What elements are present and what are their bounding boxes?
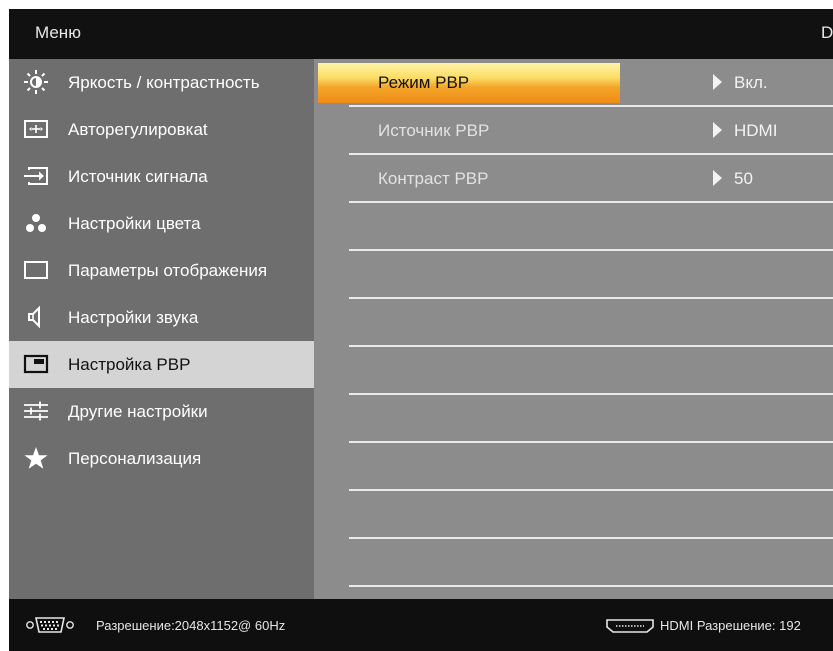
speaker-icon bbox=[28, 305, 40, 329]
setting-row-empty bbox=[314, 299, 833, 347]
sidebar-item-label: Настройки цвета bbox=[68, 214, 201, 233]
setting-row-empty bbox=[314, 491, 833, 539]
sidebar-item-pbp-settings[interactable]: Настройка PBP bbox=[9, 341, 314, 388]
sidebar-item-label: Персонализация bbox=[68, 449, 202, 468]
setting-name: Источник PBP bbox=[378, 121, 490, 140]
sidebar-item-other-settings[interactable]: Другие настройки bbox=[9, 388, 314, 435]
screen-frame: Меню D Яркость / контрастность Авторегул… bbox=[0, 0, 833, 651]
submenu-arrow-icon bbox=[713, 74, 722, 90]
sidebar-item-label: Источник сигнала bbox=[68, 167, 208, 186]
setting-row-empty bbox=[314, 539, 833, 587]
hdmi-resolution-text: HDMI Разрешение: 192 bbox=[660, 618, 801, 633]
sidebar-item-color-settings[interactable]: Настройки цвета bbox=[9, 200, 314, 247]
sidebar-item-auto-adjust[interactable]: Авторегулировкаt bbox=[9, 106, 314, 153]
row-divider bbox=[349, 585, 833, 587]
sidebar-item-brightness-contrast[interactable]: Яркость / контрастность bbox=[9, 59, 314, 106]
sidebar-item-audio-settings[interactable]: Настройки звука bbox=[9, 294, 314, 341]
monitor-osd-menu: Меню D Яркость / контрастность Авторегул… bbox=[9, 9, 833, 651]
sidebar-item-personalization[interactable]: Персонализация bbox=[9, 435, 314, 482]
input-source-icon bbox=[24, 167, 48, 185]
submenu-arrow-icon bbox=[713, 122, 722, 138]
sidebar-item-display-settings[interactable]: Параметры отображения bbox=[9, 247, 314, 294]
color-dots-icon bbox=[26, 214, 46, 232]
setting-row-pbp-contrast[interactable]: Контраст PBP 50 bbox=[314, 155, 833, 203]
setting-row-pbp-mode[interactable]: Режим PBP Вкл. bbox=[314, 59, 833, 107]
sidebar-item-label: Авторегулировкаt bbox=[68, 120, 208, 139]
hdmi-port-icon bbox=[606, 619, 654, 633]
sidebar-item-label: Другие настройки bbox=[68, 402, 208, 421]
settings-panel: Режим PBP Вкл. Источник PBP HDMI Контрас… bbox=[314, 59, 833, 599]
sliders-icon bbox=[24, 401, 48, 421]
sun-icon bbox=[24, 70, 48, 94]
setting-row-empty bbox=[314, 251, 833, 299]
vga-port-icon bbox=[26, 617, 74, 633]
setting-value: HDMI bbox=[734, 121, 778, 140]
setting-value: 50 bbox=[734, 169, 753, 188]
setting-row-empty bbox=[314, 443, 833, 491]
display-icon bbox=[24, 261, 48, 279]
auto-adjust-icon bbox=[24, 120, 48, 138]
submenu-arrow-icon bbox=[713, 170, 722, 186]
pbp-icon bbox=[23, 354, 49, 374]
setting-row-empty bbox=[314, 347, 833, 395]
menu-header: Меню D bbox=[9, 9, 833, 59]
setting-value: Вкл. bbox=[734, 73, 768, 92]
sidebar: Яркость / контрастность Авторегулировкаt bbox=[9, 59, 314, 599]
setting-name: Контраст PBP bbox=[378, 169, 489, 188]
sidebar-item-label: Параметры отображения bbox=[68, 261, 268, 280]
status-bar: Разрешение:2048x1152@ 60Hz HDMI Разрешен… bbox=[9, 599, 833, 651]
sidebar-item-label: Настройки звука bbox=[68, 308, 199, 327]
setting-row-empty bbox=[314, 203, 833, 251]
sidebar-item-input-source[interactable]: Источник сигнала bbox=[9, 153, 314, 200]
brand-text: D bbox=[821, 23, 833, 42]
star-icon bbox=[24, 447, 48, 469]
setting-row-pbp-source[interactable]: Источник PBP HDMI bbox=[314, 107, 833, 155]
menu-title: Меню bbox=[35, 23, 81, 42]
setting-row-empty bbox=[314, 395, 833, 443]
vga-resolution-text: Разрешение:2048x1152@ 60Hz bbox=[96, 618, 286, 633]
sidebar-item-label: Яркость / контрастность bbox=[68, 73, 260, 92]
sidebar-item-label: Настройка PBP bbox=[68, 355, 191, 374]
setting-name: Режим PBP bbox=[378, 73, 470, 92]
